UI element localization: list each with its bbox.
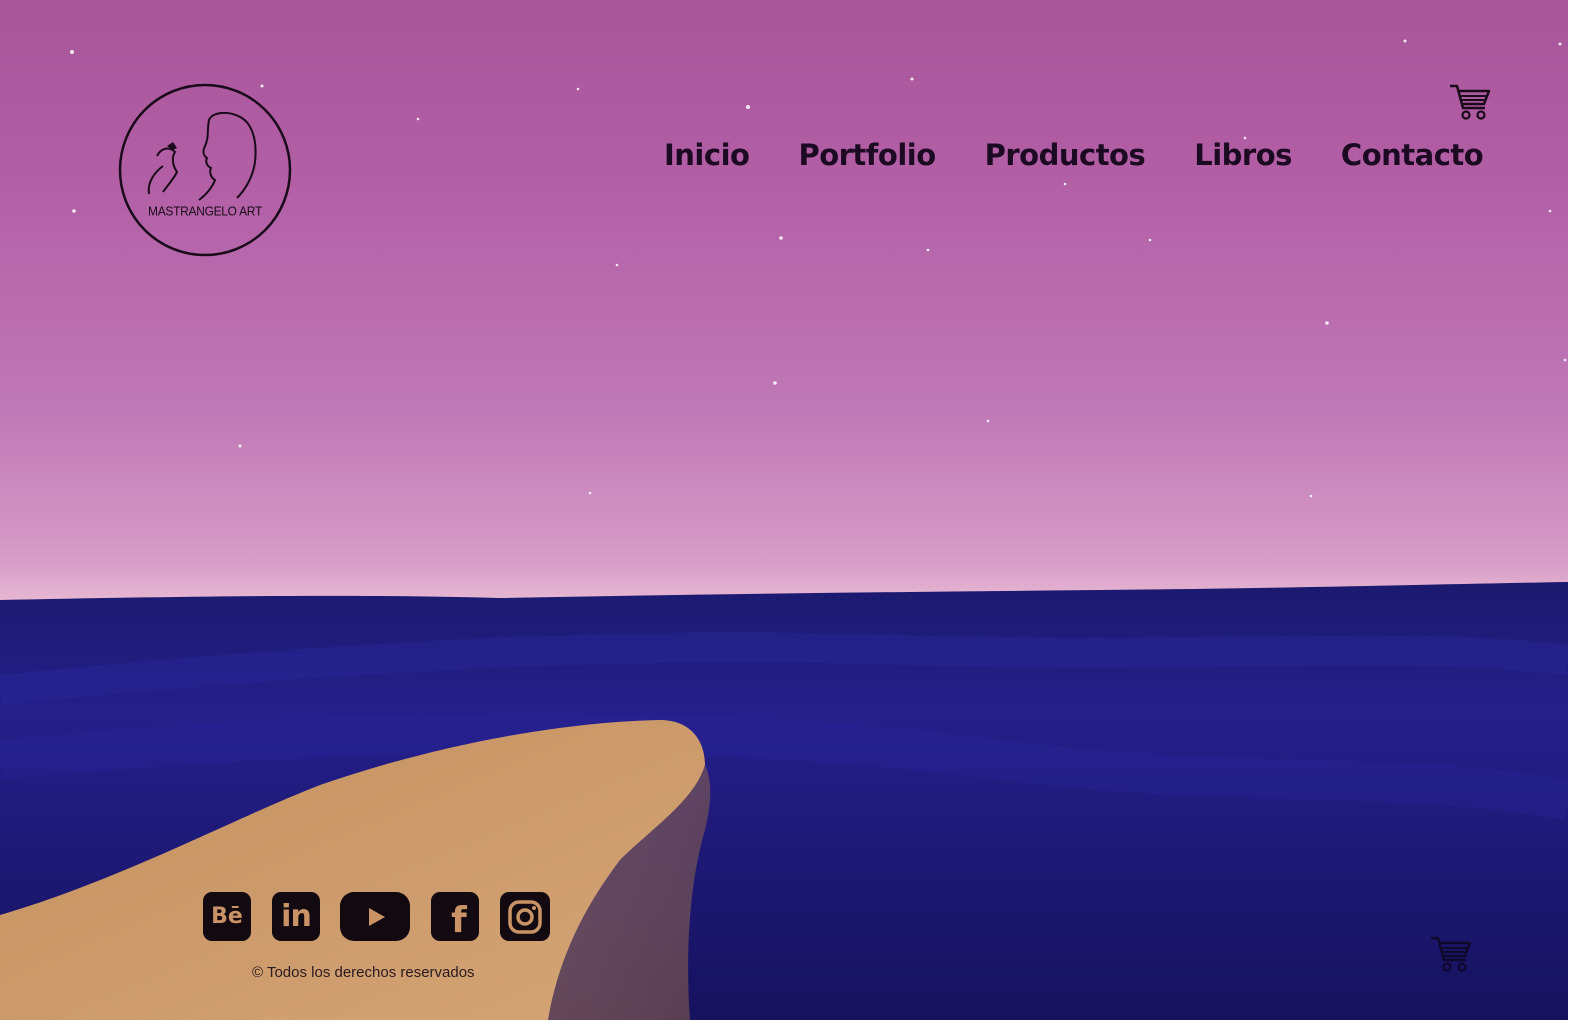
nav-item-libros[interactable]: Libros xyxy=(1194,138,1292,172)
nav-item-portfolio[interactable]: Portfolio xyxy=(798,138,936,172)
stars xyxy=(70,39,1567,498)
nav-item-inicio[interactable]: Inicio xyxy=(664,138,750,172)
behance-link[interactable]: Bē xyxy=(203,892,251,941)
brand-logo[interactable]: MASTRANGELO ART xyxy=(117,82,293,258)
facebook-icon: f xyxy=(451,900,467,941)
linkedin-link[interactable]: in xyxy=(272,892,320,941)
hero-background: MASTRANGELO ART Inicio Portfolio Product… xyxy=(0,0,1568,1020)
youtube-link[interactable] xyxy=(340,892,410,941)
main-navigation: Inicio Portfolio Productos Libros Contac… xyxy=(664,138,1484,172)
instagram-link[interactable] xyxy=(500,892,550,941)
logo-text: MASTRANGELO ART xyxy=(148,203,262,219)
shopping-cart-icon xyxy=(1450,84,1491,120)
logo-emblem-icon xyxy=(118,83,292,257)
behance-icon: Bē xyxy=(211,904,243,929)
youtube-icon xyxy=(369,907,385,926)
nav-item-contacto[interactable]: Contacto xyxy=(1341,138,1484,172)
instagram-icon xyxy=(508,899,542,934)
facebook-link[interactable]: f xyxy=(431,892,479,941)
cart-button[interactable] xyxy=(1448,82,1492,122)
nav-item-productos[interactable]: Productos xyxy=(985,138,1146,172)
shopping-cart-icon xyxy=(1431,936,1472,972)
copyright-text: © Todos los derechos reservados xyxy=(252,964,475,981)
linkedin-icon: in xyxy=(281,899,312,934)
cart-button-bottom[interactable] xyxy=(1429,934,1473,974)
